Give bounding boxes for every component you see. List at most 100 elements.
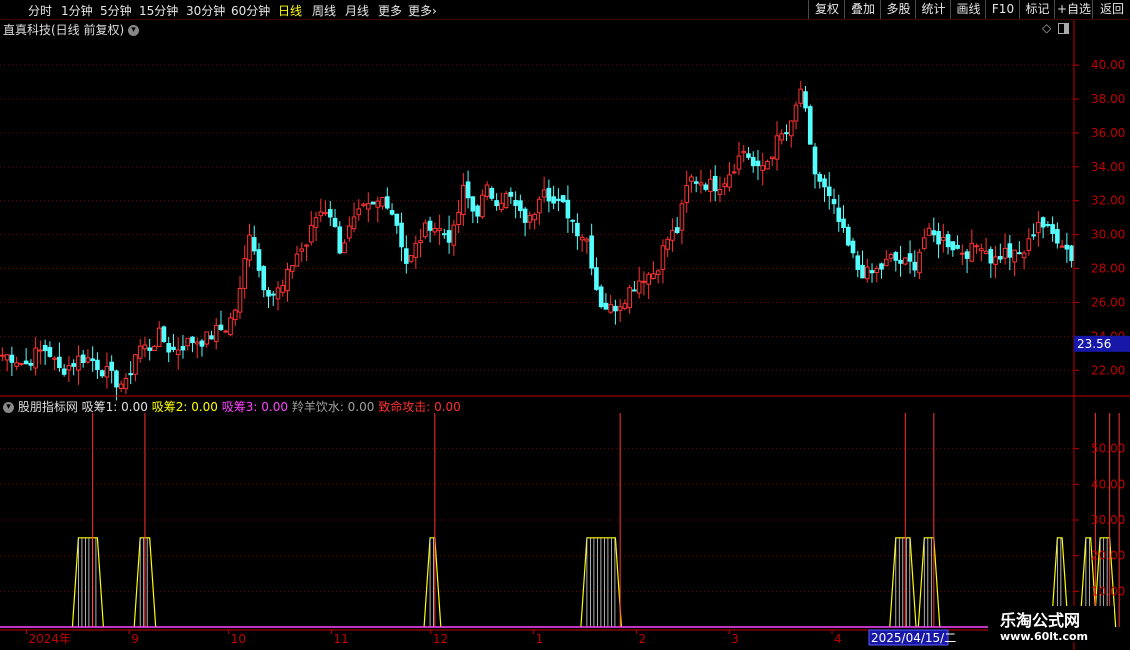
candle-body <box>180 345 186 351</box>
candle-body <box>988 249 994 264</box>
candle-body <box>912 261 918 271</box>
candle-body <box>860 264 865 279</box>
indicator-tick-label: 20.00 <box>1091 549 1125 563</box>
candle-body <box>38 349 43 352</box>
price-tick-label: 36.00 <box>1091 126 1125 140</box>
candle-body <box>1069 245 1074 261</box>
candle-body <box>936 231 941 245</box>
candle-body <box>684 185 690 203</box>
candle-body <box>902 257 908 265</box>
candle-body <box>603 302 609 310</box>
candle-body <box>727 174 732 188</box>
candle-body <box>693 181 699 184</box>
candle-body <box>546 187 552 202</box>
candle-body <box>33 347 38 369</box>
candle-body <box>408 255 414 262</box>
candle-body <box>480 194 485 218</box>
candle-body <box>1007 243 1013 258</box>
watermark-name: 乐淘公式网 <box>1000 611 1080 630</box>
xichou2-plateau <box>423 537 442 628</box>
candle-body <box>660 245 666 270</box>
candle-body <box>365 203 371 210</box>
candle-body <box>522 208 528 223</box>
candle-body <box>712 175 718 192</box>
candle-body <box>61 368 67 375</box>
candle-body <box>456 211 461 225</box>
candle-body <box>313 217 319 228</box>
title-dropdown-icon[interactable]: ▾ <box>128 25 140 36</box>
main-chart-title: 直真科技(日线 前复权) ▾ <box>3 21 140 38</box>
candle-body <box>665 238 670 250</box>
candle-body <box>575 222 580 237</box>
candle-body <box>1012 249 1017 263</box>
candle-body <box>1050 224 1055 234</box>
candle-body <box>518 200 523 211</box>
candle-body <box>508 191 514 197</box>
candle-body <box>356 208 362 216</box>
price-tick-label: 22.00 <box>1091 363 1125 377</box>
candle-body <box>807 106 813 145</box>
candle-body <box>242 258 248 289</box>
candle-body <box>266 290 271 297</box>
legend-xichou3-value: 0.00 <box>261 400 288 414</box>
candle-body <box>261 266 267 291</box>
candle-body <box>95 359 100 371</box>
candle-body <box>109 361 114 371</box>
candle-body <box>584 238 590 242</box>
candle-body <box>646 273 651 285</box>
candle-body <box>118 383 124 389</box>
candle-body <box>769 156 775 160</box>
candle-body <box>427 220 433 231</box>
candle-body <box>57 356 62 369</box>
candle-body <box>679 203 685 231</box>
candle-body <box>175 349 181 356</box>
panel-toggle-icon[interactable] <box>1058 23 1069 34</box>
candle-body <box>864 266 870 280</box>
indicator-tick-label: 30.00 <box>1091 513 1125 527</box>
month-label: 2 <box>638 632 646 646</box>
candle-body <box>351 216 357 230</box>
candle-body <box>921 237 927 249</box>
month-label: 1 <box>536 632 544 646</box>
candle-body <box>964 251 970 259</box>
candle-body <box>874 267 880 274</box>
candle-body <box>47 347 53 357</box>
stock-chart[interactable]: 22.0024.0026.0028.0030.0032.0034.0036.00… <box>0 0 1130 650</box>
candle-body <box>1055 229 1060 244</box>
candle-body <box>489 187 495 199</box>
candle-body <box>42 344 48 352</box>
candle-body <box>879 263 884 270</box>
legend-xichou2: 吸筹2: 0.00 <box>152 400 218 414</box>
candle-body <box>579 236 585 241</box>
diamond-icon[interactable]: ◇ <box>1042 21 1051 35</box>
candle-body <box>888 254 894 259</box>
candle-body <box>185 337 191 347</box>
candle-body <box>883 258 889 267</box>
candle-body <box>731 171 737 174</box>
candle-body <box>736 155 742 170</box>
candle-body <box>437 228 442 231</box>
candle-body <box>190 336 195 344</box>
candle-body <box>722 183 728 187</box>
candle-body <box>280 285 286 293</box>
candle-body <box>845 226 851 246</box>
candle-body <box>76 355 81 371</box>
candle-body <box>1036 221 1041 234</box>
candle-body <box>499 202 504 211</box>
candle-body <box>270 293 276 296</box>
candle-body <box>171 346 176 351</box>
candle-body <box>337 226 343 254</box>
candle-body <box>788 120 794 137</box>
candle-body <box>418 240 423 244</box>
legend-lingyang: 羚羊饮水: 0.00 <box>292 400 375 414</box>
candle-body <box>708 178 713 192</box>
price-tick-label: 32.00 <box>1091 194 1125 208</box>
price-marker-label: 23.56 <box>1077 337 1111 351</box>
candle-body <box>147 347 153 351</box>
candle-body <box>304 244 309 247</box>
candle-body <box>674 227 680 233</box>
candle-body <box>209 335 214 340</box>
indicator-dropdown-icon[interactable]: ▾ <box>3 402 14 413</box>
candle-body <box>71 363 76 367</box>
price-tick-label: 38.00 <box>1091 92 1125 106</box>
